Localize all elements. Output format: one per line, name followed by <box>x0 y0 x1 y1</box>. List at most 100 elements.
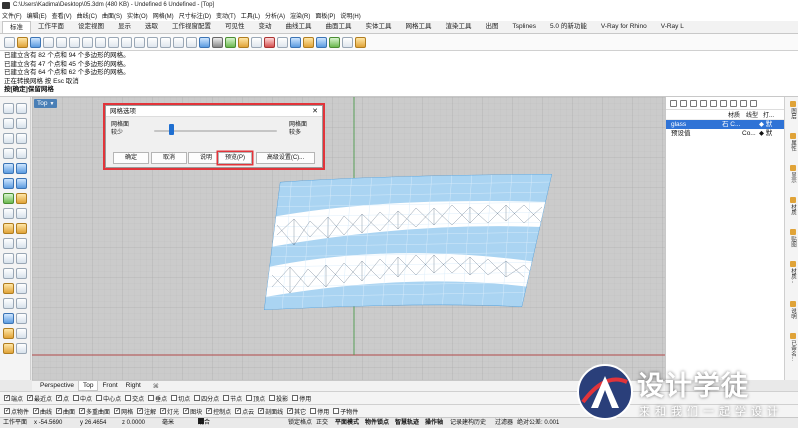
properties-icon[interactable] <box>277 36 288 48</box>
status-gumball[interactable]: 操作轴 <box>425 418 443 428</box>
osnap-checkbox[interactable]: 交点 <box>125 394 144 403</box>
checkbox-icon[interactable] <box>258 407 264 414</box>
mirror-icon[interactable] <box>3 283 14 294</box>
preview-button[interactable]: 预览(P) <box>218 152 252 164</box>
tab-cplanes[interactable]: 工作平面 <box>31 21 71 33</box>
viewport-tab-perspective[interactable]: Perspective <box>36 381 78 391</box>
new-sublayer-icon[interactable] <box>680 99 687 107</box>
polyline-icon[interactable] <box>3 118 14 129</box>
undo-icon[interactable] <box>95 36 106 48</box>
side-tab-display[interactable]: 显示 <box>787 165 797 183</box>
osnap-checkbox[interactable]: 最近点 <box>27 394 52 403</box>
osnap-checkbox[interactable]: 点 <box>56 394 69 403</box>
copy-object-icon[interactable] <box>16 253 27 264</box>
options-icon[interactable] <box>342 36 353 48</box>
tab-standard[interactable]: 标准 <box>2 21 31 33</box>
filter-checkbox[interactable]: 图块 <box>183 407 202 416</box>
tab-curve-tools[interactable]: 曲线工具 <box>279 21 319 33</box>
dimension-icon[interactable] <box>3 298 14 309</box>
status-smarttrack[interactable]: 智慧轨迹 <box>395 418 419 428</box>
checkbox-icon[interactable] <box>33 407 39 414</box>
pan-icon[interactable] <box>108 36 119 48</box>
checkbox-icon[interactable] <box>206 407 212 414</box>
menu-surface[interactable]: 曲面(S) <box>102 11 122 20</box>
checkbox-icon[interactable] <box>183 407 189 414</box>
tab-set-view[interactable]: 设定视图 <box>71 21 111 33</box>
render-preview-icon[interactable] <box>3 328 14 339</box>
cancel-button[interactable]: 取消 <box>151 152 187 164</box>
ok-button[interactable]: 确定 <box>113 152 149 164</box>
menu-panels[interactable]: 面板(P) <box>315 11 335 20</box>
viewport-layout-icon[interactable] <box>186 36 197 48</box>
menu-help[interactable]: 说明(H) <box>340 11 360 20</box>
tab-new-in-v5[interactable]: 5.0 的新功能 <box>543 21 594 33</box>
checkbox-icon[interactable] <box>287 407 293 414</box>
mesh-icon[interactable] <box>3 193 14 204</box>
checkbox-icon[interactable] <box>148 395 155 401</box>
filter-checkbox[interactable]: 停用 <box>310 407 329 416</box>
select-all-icon[interactable] <box>251 36 262 48</box>
new-layer-icon[interactable] <box>670 99 677 107</box>
checkbox-icon[interactable] <box>27 394 33 401</box>
side-tab-textures[interactable]: 贴图 <box>787 229 797 247</box>
viewport-title-top[interactable]: Top ▼ <box>34 99 58 108</box>
print-column-header[interactable]: 打... <box>763 110 774 119</box>
tab-vray-lights[interactable]: V-Ray L <box>654 21 691 33</box>
side-tab-help[interactable]: 说明 <box>787 301 797 319</box>
copy-icon[interactable] <box>69 36 80 48</box>
checkbox-icon[interactable] <box>137 407 143 414</box>
join-icon[interactable] <box>16 223 27 234</box>
menu-file[interactable]: 文件(F) <box>2 11 22 20</box>
sphere-icon[interactable] <box>16 178 27 189</box>
move-up-icon[interactable] <box>700 99 707 107</box>
layer-tools-icon[interactable] <box>740 99 747 107</box>
lock-icon[interactable] <box>225 36 236 48</box>
rectangle-icon[interactable] <box>3 148 14 159</box>
light-icon[interactable] <box>3 343 14 354</box>
surface-icon[interactable] <box>3 163 14 174</box>
cut-icon[interactable] <box>56 36 67 48</box>
tab-mesh-tools[interactable]: 网格工具 <box>399 21 439 33</box>
menu-edit[interactable]: 编辑(E) <box>27 11 47 20</box>
save-icon[interactable] <box>30 36 41 48</box>
point-icon[interactable] <box>16 103 27 114</box>
viewport-tab-top[interactable]: Top <box>77 381 99 391</box>
checkbox-icon[interactable] <box>73 395 80 401</box>
osnap-checkbox[interactable]: 投影 <box>269 394 288 403</box>
zoom-window-icon[interactable] <box>147 36 158 48</box>
filter-checkbox[interactable]: 多重曲面 <box>79 407 110 416</box>
osnap-checkbox[interactable]: 中点 <box>73 394 92 403</box>
filter-checkbox[interactable]: 其它 <box>287 407 306 416</box>
checkbox-icon[interactable] <box>56 394 62 401</box>
layer-row-default[interactable]: 预设值 Co... ◆ 默 <box>666 129 784 138</box>
move-to-parent-icon[interactable] <box>720 99 727 107</box>
osnap-checkbox[interactable]: 四分点 <box>194 394 219 403</box>
advanced-settings-button[interactable]: 高级设置(C)... <box>256 152 315 164</box>
rendered-view-icon[interactable] <box>212 36 223 48</box>
environment-icon[interactable] <box>316 36 327 48</box>
tab-tsplines[interactable]: Tsplines <box>506 21 543 33</box>
menu-render[interactable]: 渲染(R) <box>290 11 310 20</box>
checkbox-icon[interactable] <box>194 395 201 401</box>
curve-icon[interactable] <box>16 118 27 129</box>
tab-solid-tools[interactable]: 实体工具 <box>359 21 399 33</box>
box-icon[interactable] <box>3 178 14 189</box>
tab-render-tools[interactable]: 渲染工具 <box>439 21 479 33</box>
array-icon[interactable] <box>16 283 27 294</box>
tab-visibility[interactable]: 可见性 <box>218 21 252 33</box>
scale-icon[interactable] <box>16 268 27 279</box>
tab-vray-for-rhino[interactable]: V-Ray for Rhino <box>594 21 654 33</box>
rotate-icon[interactable] <box>3 268 14 279</box>
checkbox-icon[interactable] <box>96 395 103 401</box>
tab-select[interactable]: 选取 <box>138 21 165 33</box>
menu-mesh[interactable]: 网格(M) <box>153 11 174 20</box>
menu-tools[interactable]: 工具(L) <box>241 11 260 20</box>
osnap-checkbox[interactable]: 停用 <box>292 394 311 403</box>
tab-display[interactable]: 显示 <box>111 21 138 33</box>
status-planar[interactable]: 平面模式 <box>335 418 359 428</box>
tab-viewport-layout[interactable]: 工作视窗配置 <box>165 21 218 33</box>
material-icon[interactable] <box>303 36 314 48</box>
dialog-title-bar[interactable]: 网格选项 ✕ <box>106 106 322 117</box>
open-file-icon[interactable] <box>17 36 28 48</box>
osnap-checkbox[interactable]: 切点 <box>171 394 190 403</box>
